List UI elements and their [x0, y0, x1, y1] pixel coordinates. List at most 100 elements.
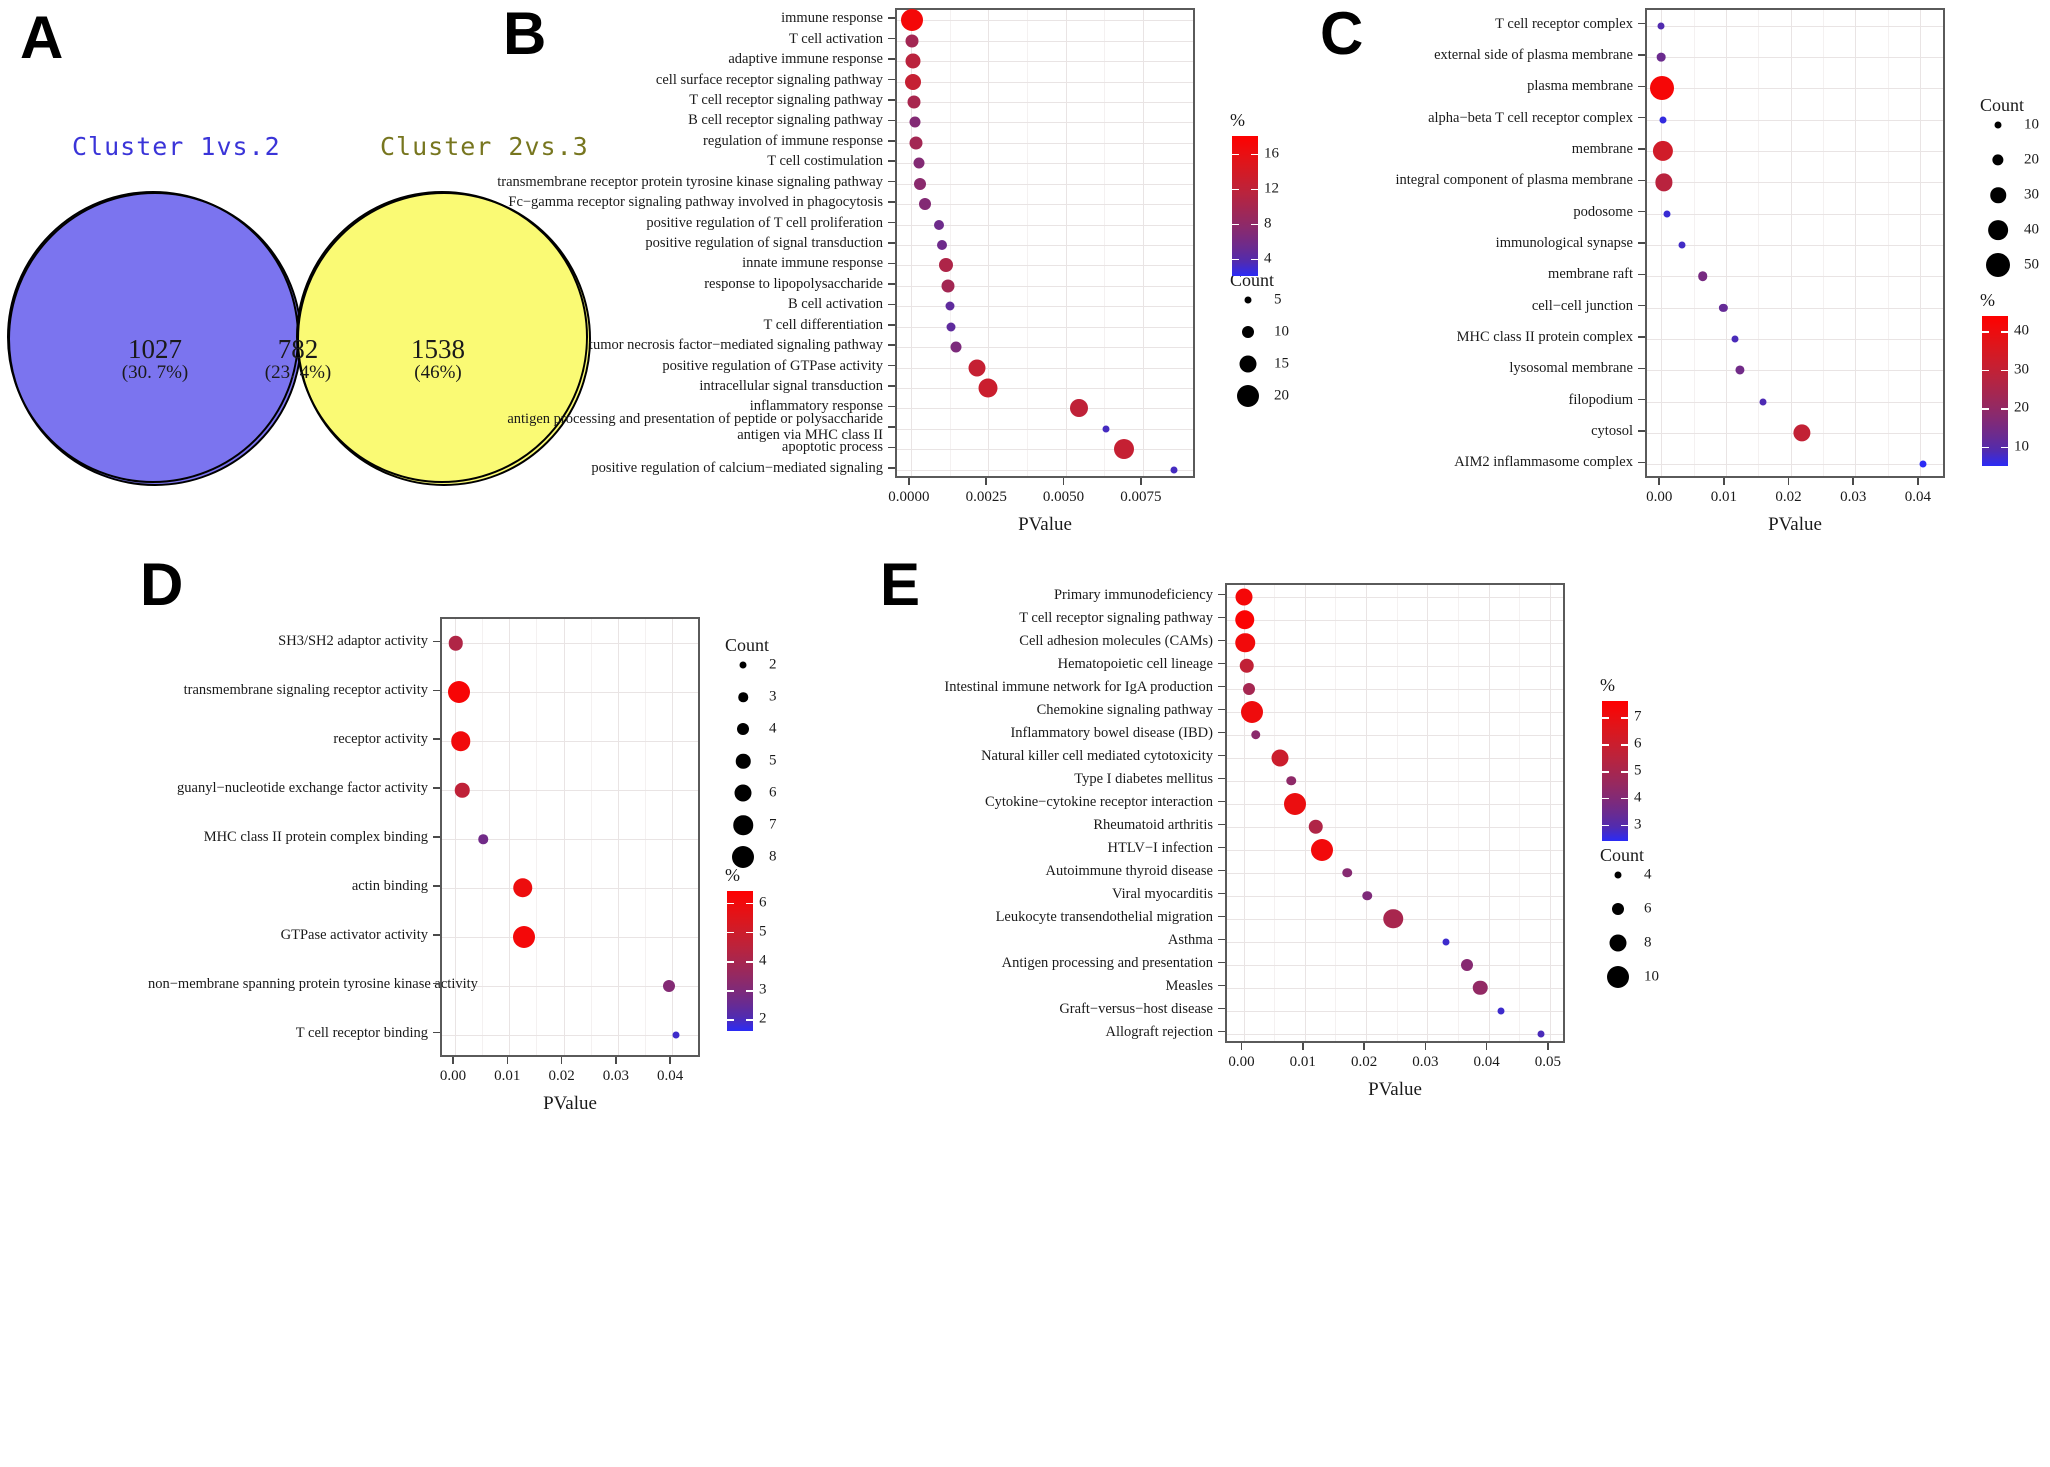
category-label: transmembrane receptor protein tyrosine … [497, 173, 883, 190]
gridline-horizontal [442, 887, 698, 889]
category-label: Autoimmune thyroid disease [1045, 862, 1213, 879]
color-legend-tick [1621, 771, 1628, 773]
category-label: Natural killer cell mediated cytotoxicit… [981, 747, 1213, 764]
y-axis-tick [1218, 662, 1225, 665]
data-bubble [1271, 749, 1289, 766]
x-axis-title: PValue [1368, 1079, 1422, 1100]
data-bubble [1102, 425, 1110, 433]
size-legend-dot [738, 692, 748, 702]
category-label: T cell differentiation [763, 316, 883, 333]
category-label: innate immune response [742, 255, 883, 272]
category-label: immune response [781, 10, 883, 27]
gridline-horizontal [897, 347, 1193, 349]
gridline-horizontal [897, 20, 1193, 22]
x-axis-tick-label: 0.0075 [1120, 489, 1162, 505]
color-legend-label: 30 [2014, 361, 2029, 378]
data-bubble [1284, 792, 1306, 815]
data-bubble [939, 258, 954, 273]
x-axis-tick-label: 0.00 [1646, 489, 1673, 505]
category-label: tumor necrosis factor−mediated signaling… [588, 337, 883, 354]
category-label: apoptotic process [781, 439, 883, 456]
size-legend-title: Count [725, 635, 770, 655]
data-bubble [1735, 365, 1745, 375]
gridline-vertical [1855, 10, 1857, 476]
y-axis-tick [888, 385, 895, 387]
category-label: Measles [1165, 977, 1213, 994]
y-axis-tick [433, 787, 440, 789]
y-axis-tick [888, 405, 895, 408]
category-label: intracellular signal transduction [699, 377, 883, 394]
y-axis-tick [1218, 1007, 1225, 1010]
data-bubble [946, 322, 956, 332]
gridline-vertical [1243, 585, 1245, 1041]
gridline-vertical [1549, 585, 1551, 1041]
panel-d-molecular-function: D SH3/SH2 adaptor activity transmembrane … [140, 555, 880, 1115]
y-axis-tick [1638, 367, 1645, 370]
size-legend-dot [733, 815, 753, 835]
y-axis-tick [888, 37, 895, 40]
y-axis-tick [1638, 85, 1645, 88]
x-axis-tick-label: 0.0025 [965, 489, 1007, 505]
data-bubble [672, 1031, 680, 1039]
gridline-horizontal [1647, 25, 1943, 27]
gridline-horizontal [1227, 596, 1563, 598]
color-legend-title: % [1230, 110, 1245, 130]
data-bubble [1655, 173, 1673, 191]
color-legend-tick [1621, 797, 1628, 800]
color-legend-label: 40 [2014, 322, 2029, 339]
data-bubble [1243, 682, 1256, 695]
size-legend-label: 20 [2024, 151, 2039, 168]
x-axis-tick [1140, 478, 1142, 485]
y-axis-tick [1218, 639, 1225, 642]
gridline-horizontal [442, 741, 698, 743]
y-axis-tick [888, 323, 895, 326]
gridline-horizontal [897, 61, 1193, 63]
plot-area [895, 8, 1195, 478]
category-label: Allograft rejection [1105, 1023, 1214, 1040]
x-axis-tick [1547, 1043, 1549, 1050]
size-legend-dot [734, 784, 752, 802]
data-bubble [451, 731, 471, 751]
gridline-horizontal [442, 692, 698, 694]
y-axis-tick [888, 303, 895, 306]
gridline-horizontal [1647, 151, 1943, 152]
data-bubble [1460, 958, 1473, 971]
color-legend-tick [727, 902, 734, 905]
data-bubble [1235, 609, 1255, 630]
color-legend-label: 5 [1634, 762, 1642, 779]
gridline-horizontal [1647, 339, 1943, 340]
gridline-vertical-minor [1822, 10, 1824, 476]
size-legend-label: 50 [2024, 256, 2039, 273]
size-legend-dot [1614, 871, 1622, 879]
gridline-vertical [563, 619, 565, 1055]
data-bubble [1342, 867, 1352, 878]
data-bubble [1472, 980, 1488, 995]
panel-letter-e: E [880, 551, 921, 618]
gridline-horizontal [1227, 665, 1563, 667]
plot-area [1645, 8, 1945, 478]
y-axis-tick [1638, 461, 1645, 464]
category-label: integral component of plasma membrane [1395, 172, 1633, 189]
color-legend-tick [727, 931, 734, 934]
x-axis-tick [985, 478, 988, 485]
data-bubble [1442, 938, 1450, 945]
plot-area [1225, 583, 1565, 1043]
color-legend-label: 8 [1264, 215, 1272, 231]
category-label: HTLV−I infection [1107, 839, 1214, 856]
category-label: Cytokine−cytokine receptor interaction [984, 793, 1213, 810]
category-label: Cell adhesion molecules (CAMs) [1019, 632, 1213, 649]
gridline-vertical-minor [1758, 10, 1760, 476]
gridline-vertical-minor [1104, 10, 1106, 476]
y-axis-tick [1218, 915, 1225, 918]
x-axis-tick [1424, 1043, 1427, 1050]
category-label: T cell costimulation [767, 153, 883, 170]
gridline-horizontal [1227, 780, 1563, 782]
category-label: receptor activity [333, 731, 428, 748]
color-legend-tick [1602, 717, 1609, 719]
category-label: Fc−gamma receptor signaling pathway invo… [508, 194, 883, 211]
y-axis-tick [1218, 731, 1225, 734]
data-bubble [914, 177, 927, 190]
color-legend-label: 2 [759, 1010, 767, 1027]
plot-area [440, 617, 700, 1057]
size-legend-label: 10 [2024, 116, 2039, 133]
